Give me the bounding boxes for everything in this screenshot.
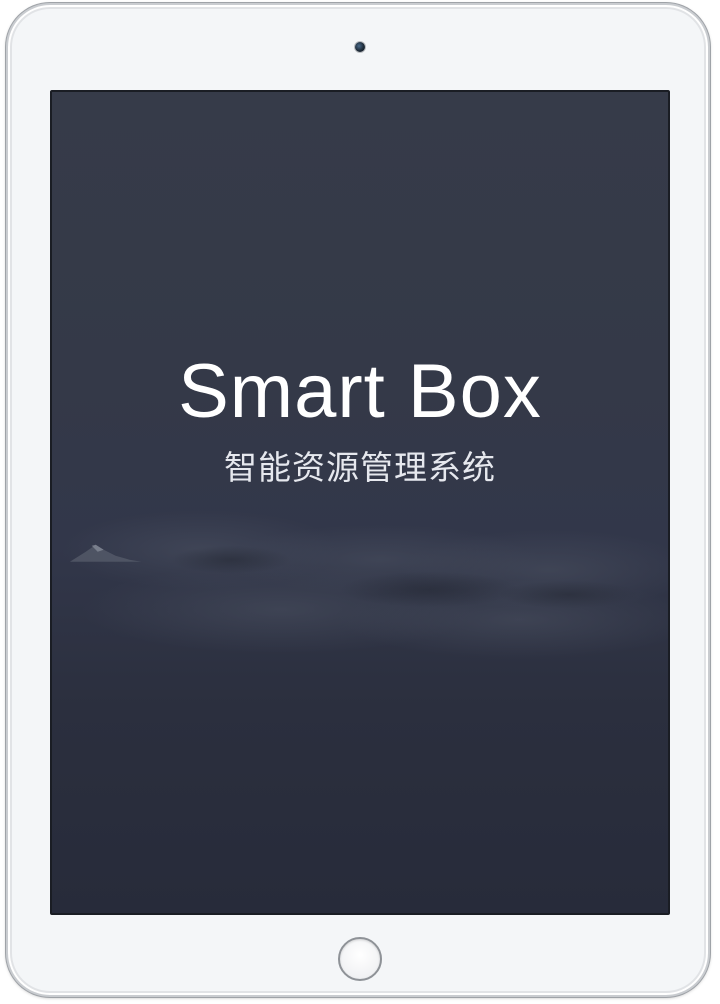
home-button-icon[interactable]	[338, 937, 382, 981]
app-subtitle: 智能资源管理系统	[224, 448, 496, 487]
splash-title-block: Smart Box 智能资源管理系统	[52, 350, 668, 488]
tablet-device-frame: Smart Box 智能资源管理系统	[6, 3, 710, 997]
mountain-clouds-background	[61, 509, 668, 660]
front-camera-icon	[355, 42, 365, 52]
app-title: Smart Box	[178, 349, 542, 434]
app-splash-screen: Smart Box 智能资源管理系统	[50, 90, 670, 915]
